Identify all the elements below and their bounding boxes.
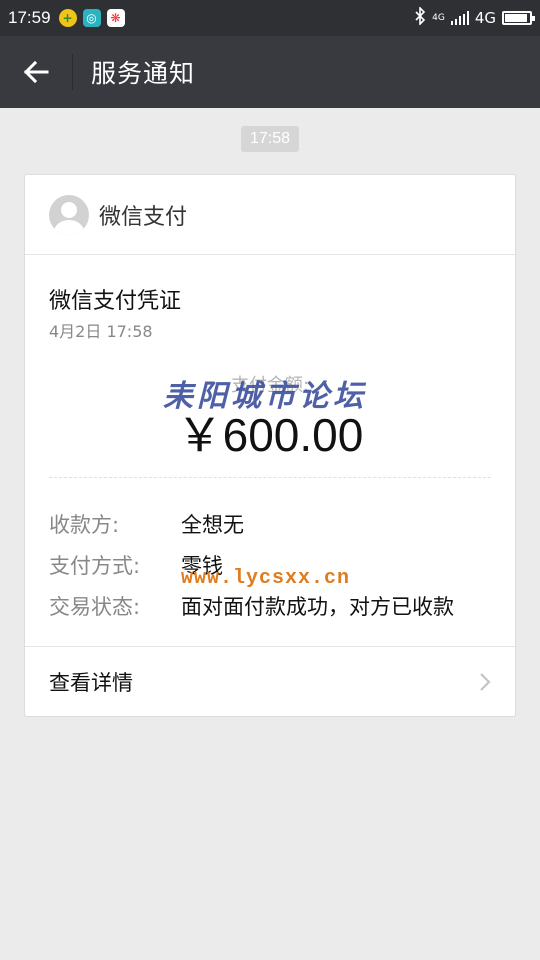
card-title: 微信支付凭证 <box>49 289 182 314</box>
watermark-url: www.lycsxx.cn <box>181 567 351 590</box>
dashed-divider <box>49 477 491 478</box>
info-value: 面对面付款成功，对方已收款 <box>181 595 454 619</box>
status-right: 4G 4G <box>414 6 535 29</box>
avatar[interactable] <box>49 194 89 235</box>
page-title: 服务通知 <box>91 59 196 88</box>
status-time: 17:59 <box>8 8 51 27</box>
card-date: 4月2日 17:58 <box>49 322 153 341</box>
payment-receipt-card[interactable]: 微信支付 微信支付凭证 4月2日 17:58 支付金额: ￥600.00 耒阳城… <box>24 174 516 717</box>
back-button[interactable] <box>0 36 72 108</box>
gold-coin-icon: + <box>58 9 77 27</box>
network-label: 4G <box>474 9 496 27</box>
info-value: 全想无 <box>181 513 244 537</box>
scan-icon: ◎ <box>82 9 101 27</box>
arrow-left-icon <box>23 60 49 84</box>
signal-icon <box>450 11 469 25</box>
battery-icon <box>502 11 535 25</box>
chevron-right-icon <box>480 672 491 691</box>
colorful-app-icon: ❋ <box>106 9 125 27</box>
status-bar: 17:59 + ◎ ❋ 4G 4G <box>0 0 540 36</box>
sender-name: 微信支付 <box>99 204 188 230</box>
info-row-payee: 收款方: 全想无 <box>49 509 244 539</box>
card-header[interactable]: 微信支付 <box>25 175 515 255</box>
title-divider <box>72 54 73 90</box>
title-bar: 服务通知 <box>0 36 540 108</box>
info-label: 交易状态: <box>49 595 141 619</box>
info-label: 收款方: <box>49 513 120 537</box>
watermark-text: 耒阳城市论坛 <box>163 379 367 414</box>
info-row-status: 交易状态: 面对面付款成功，对方已收款 <box>49 591 454 621</box>
message-timestamp: 17:58 <box>240 126 300 152</box>
view-details-label: 查看详情 <box>49 670 133 695</box>
view-details-button[interactable]: 查看详情 <box>25 646 515 716</box>
bluetooth-icon <box>414 6 426 29</box>
info-label: 支付方式: <box>49 554 141 578</box>
network-small-label: 4G <box>432 12 445 23</box>
battery-fill <box>505 14 527 22</box>
status-left: 17:59 + ◎ ❋ <box>8 8 125 28</box>
